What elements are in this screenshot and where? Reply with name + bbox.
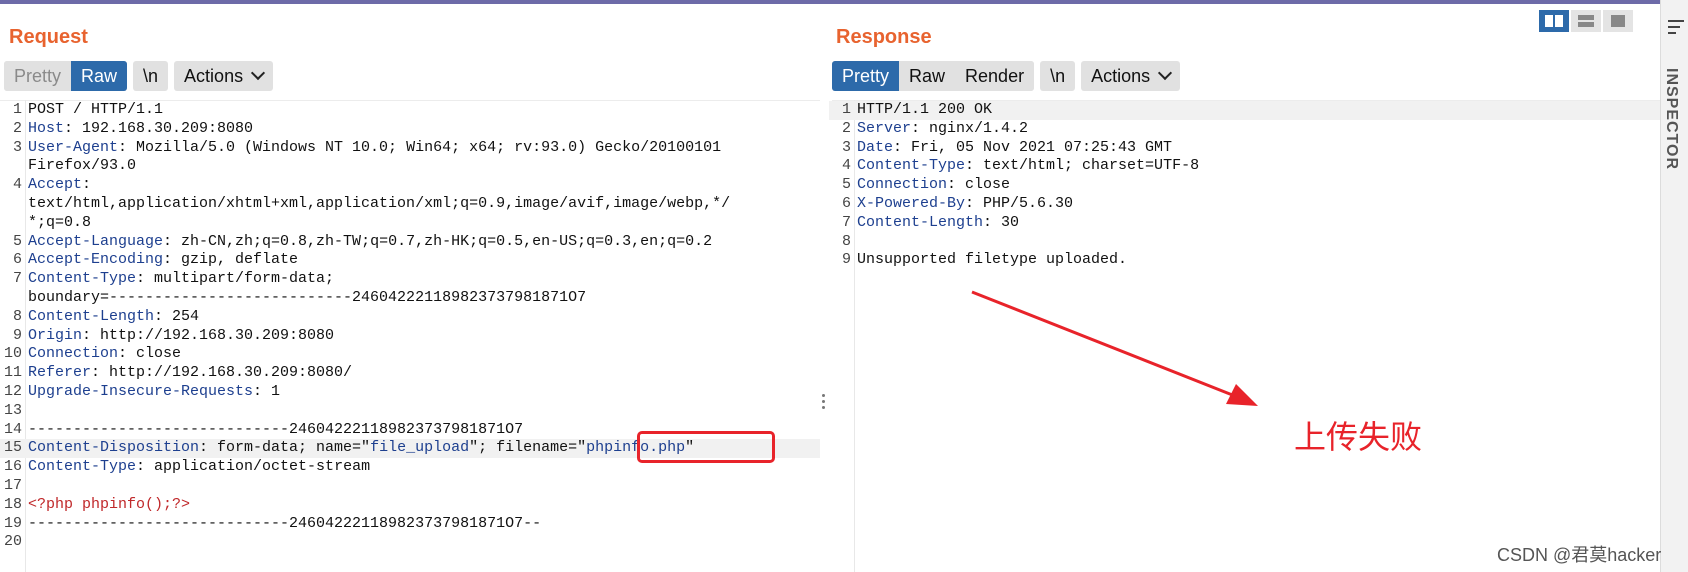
annotation-text: 上传失败: [1294, 418, 1423, 456]
annotation-arrow: [971, 290, 1258, 406]
watermark: CSDN @君莫hacker: [1497, 545, 1662, 565]
